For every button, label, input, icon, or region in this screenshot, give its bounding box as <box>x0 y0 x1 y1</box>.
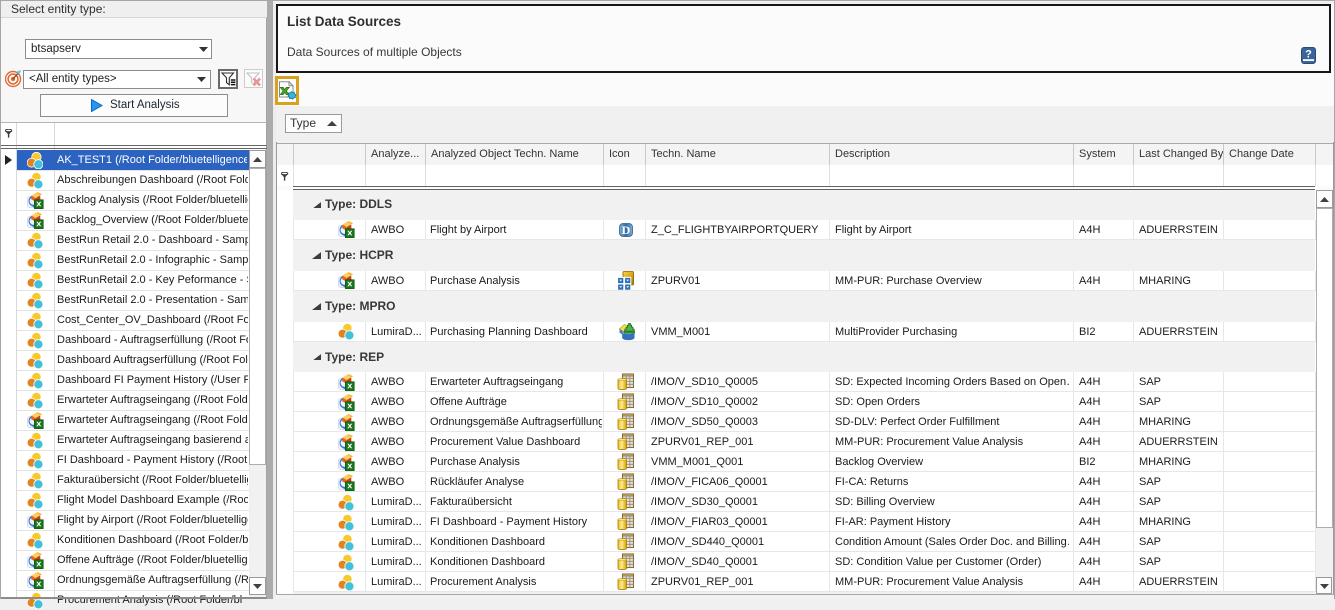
svg-text:D: D <box>622 223 631 237</box>
svg-text:?: ? <box>1305 49 1312 61</box>
